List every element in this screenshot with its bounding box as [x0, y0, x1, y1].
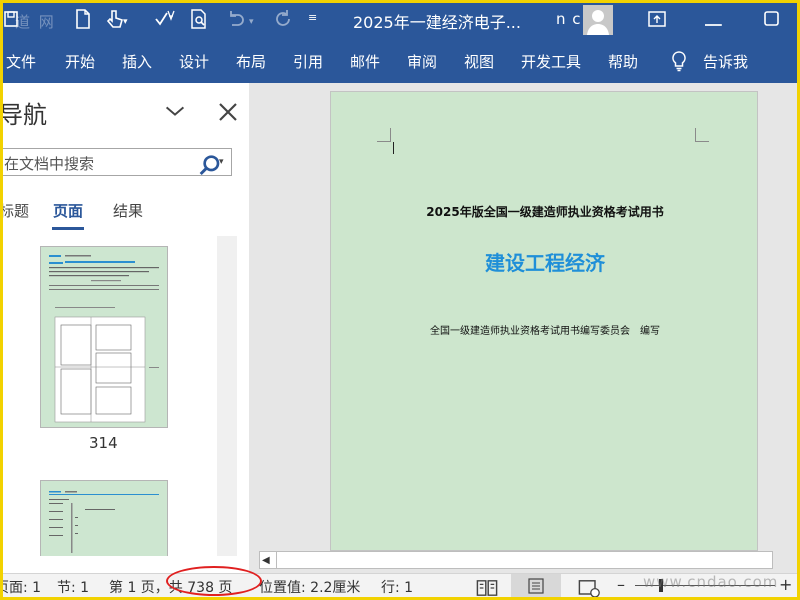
restore-icon[interactable] — [761, 7, 785, 31]
new-document-icon[interactable] — [71, 7, 95, 31]
tab-home[interactable]: 开始 — [65, 51, 95, 72]
book-series-title: 2025年版全国一级建造师执业资格考试用书 — [426, 205, 664, 219]
thumbnail-page-number: 314 — [89, 434, 118, 452]
window-title: 2025年一建经济电子... — [353, 13, 521, 32]
tab-results[interactable]: 结果 — [113, 200, 143, 221]
web-layout-icon[interactable] — [577, 576, 600, 597]
horizontal-scrollbar[interactable]: ◀ — [259, 551, 773, 569]
read-mode-icon[interactable] — [475, 576, 498, 596]
pane-options-chevron-icon[interactable] — [163, 99, 185, 119]
lightbulb-icon[interactable] — [667, 49, 691, 73]
highlight-circle — [166, 566, 262, 596]
tab-layout[interactable]: 布局 — [236, 51, 266, 72]
page-thumbnail[interactable] — [40, 246, 168, 428]
word-window: 道 网 ▾ ▾ ≡ 2025年一建经济电子... n c 文件 开始 插入 设计… — [3, 3, 797, 597]
status-line[interactable]: 行: 1 — [381, 577, 413, 597]
navigation-pane-title: 导航 — [3, 101, 47, 129]
user-name[interactable]: n c — [556, 10, 582, 28]
customize-toolbar-icon[interactable]: ≡ — [308, 11, 322, 25]
status-section-page[interactable]: 页面: 1 — [3, 577, 41, 597]
undo-icon[interactable] — [223, 7, 247, 31]
print-layout-button[interactable] — [511, 574, 561, 597]
search-input[interactable]: 在文档中搜索 ▾ — [3, 148, 232, 176]
save-icon[interactable] — [3, 7, 27, 31]
tab-design[interactable]: 设计 — [179, 51, 209, 72]
scroll-left-icon[interactable]: ◀ — [262, 555, 270, 566]
tab-headings[interactable]: 标题 — [3, 200, 29, 221]
thumbnail-scrollbar[interactable] — [217, 236, 237, 556]
tab-pages[interactable]: 页面 — [53, 200, 83, 221]
tab-references[interactable]: 引用 — [293, 51, 323, 72]
status-position[interactable]: 位置值: 2.2厘米 — [259, 577, 360, 597]
spelling-icon[interactable] — [153, 7, 177, 31]
chevron-down-icon[interactable]: ▾ — [123, 17, 133, 27]
text-cursor — [393, 142, 394, 154]
status-section[interactable]: 节: 1 — [57, 577, 89, 597]
ribbon-tabs: 文件 开始 插入 设计 布局 引用 邮件 审阅 视图 开发工具 帮助 告诉我 — [3, 37, 797, 83]
book-authors: 全国一级建造师执业资格考试用书编写委员会 编写 — [430, 326, 660, 337]
avatar[interactable] — [583, 5, 613, 35]
undo-dropdown-icon[interactable]: ▾ — [249, 17, 259, 27]
search-icon[interactable] — [198, 154, 220, 176]
crop-mark — [695, 128, 709, 142]
close-icon[interactable] — [216, 100, 237, 121]
tab-help[interactable]: 帮助 — [608, 51, 638, 72]
tab-file[interactable]: 文件 — [6, 51, 36, 72]
document-area: 2025年版全国一级建造师执业资格考试用书 建设工程经济 全国一级建造师执业资格… — [253, 83, 797, 573]
tell-me-box[interactable]: 告诉我 — [703, 51, 748, 72]
title-bar: 道 网 ▾ ▾ ≡ 2025年一建经济电子... n c — [3, 3, 797, 37]
tab-insert[interactable]: 插入 — [122, 51, 152, 72]
search-input-placeholder: 在文档中搜索 — [4, 155, 95, 173]
zoom-out-icon[interactable]: – — [617, 575, 625, 594]
redo-icon[interactable] — [271, 7, 295, 31]
tab-view[interactable]: 视图 — [464, 51, 494, 72]
watermark-bottom: www.cndao.com — [643, 573, 779, 591]
book-title: 建设工程经济 — [485, 251, 605, 275]
scroll-divider — [276, 552, 277, 568]
navigation-pane: 导航 在文档中搜索 ▾ 标题 页面 结果 314 — [3, 83, 249, 573]
tab-developer[interactable]: 开发工具 — [521, 51, 581, 72]
search-dropdown-icon[interactable]: ▾ — [219, 157, 229, 167]
print-preview-icon[interactable] — [187, 7, 211, 31]
document-page[interactable]: 2025年版全国一级建造师执业资格考试用书 建设工程经济 全国一级建造师执业资格… — [330, 91, 758, 551]
crop-mark — [377, 128, 391, 142]
minimize-icon[interactable] — [705, 13, 725, 26]
zoom-in-icon[interactable]: + — [779, 575, 792, 594]
active-tab-indicator — [52, 227, 84, 230]
tab-review[interactable]: 审阅 — [407, 51, 437, 72]
page-thumbnail[interactable] — [40, 480, 168, 556]
ribbon-display-options-icon[interactable] — [645, 7, 669, 31]
tab-mailings[interactable]: 邮件 — [350, 51, 380, 72]
